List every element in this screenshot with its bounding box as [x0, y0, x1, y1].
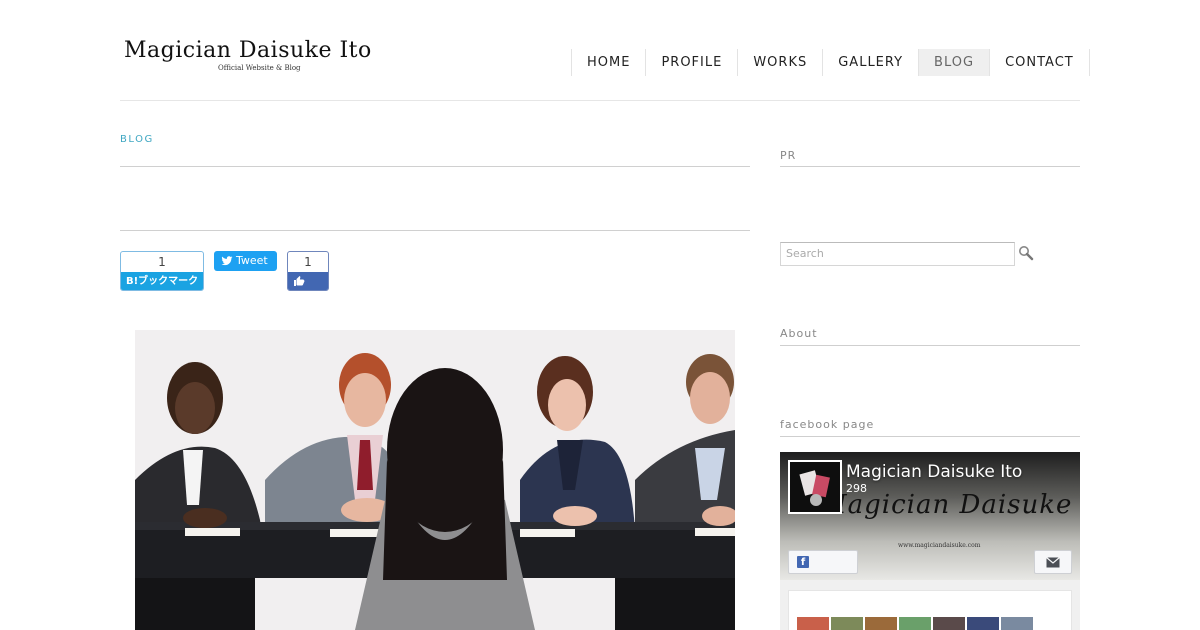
- logo-subtitle: Official Website & Blog: [218, 64, 301, 72]
- nav-home[interactable]: HOME: [572, 49, 647, 76]
- avatar-image: [790, 462, 840, 512]
- title-divider-top: [120, 166, 750, 167]
- facebook-page-widget[interactable]: Magician Daisuke Ito www.magiciandaisuke…: [780, 452, 1080, 630]
- thumbs-up-icon: [294, 276, 305, 286]
- friend-avatar[interactable]: [865, 617, 897, 630]
- tweet-label: Tweet: [236, 254, 268, 267]
- nav-profile[interactable]: PROFILE: [646, 49, 739, 76]
- search-input[interactable]: Search: [780, 242, 1015, 266]
- interview-panel-illustration: [135, 330, 735, 630]
- facebook-page-like-button[interactable]: f: [788, 550, 858, 574]
- hatena-bookmark-button[interactable]: 1 B!ブックマーク: [120, 251, 204, 291]
- facebook-like-count: 298: [846, 482, 867, 495]
- header-divider: [120, 100, 1080, 101]
- facebook-message-button[interactable]: [1034, 550, 1072, 574]
- like-label: [288, 272, 328, 290]
- nav-contact[interactable]: CONTACT: [990, 49, 1090, 76]
- envelope-icon: [1046, 557, 1060, 568]
- about-divider: [780, 345, 1080, 346]
- friend-avatar[interactable]: [899, 617, 931, 630]
- like-count: 1: [304, 255, 312, 269]
- facebook-heading: facebook page: [780, 418, 875, 431]
- article-photo: [135, 330, 735, 630]
- facebook-like-button[interactable]: 1: [287, 251, 329, 291]
- nav-works[interactable]: WORKS: [738, 49, 824, 76]
- tweet-button[interactable]: Tweet: [214, 251, 277, 271]
- twitter-bird-icon: [221, 256, 233, 266]
- hatena-count: 1: [158, 255, 166, 269]
- main-nav: HOME PROFILE WORKS GALLERY BLOG CONTACT: [571, 49, 1090, 76]
- pr-divider: [780, 166, 1080, 167]
- nav-blog[interactable]: BLOG: [919, 49, 991, 76]
- facebook-f-icon: f: [797, 556, 809, 568]
- facebook-friends-panel: [788, 590, 1072, 630]
- friend-avatar[interactable]: [933, 617, 965, 630]
- cover-url: www.magiciandaisuke.com: [898, 542, 981, 549]
- hatena-label: B!ブックマーク: [121, 272, 203, 290]
- about-heading: About: [780, 327, 818, 340]
- logo-title: Magician Daisuke Ito: [124, 38, 372, 63]
- nav-gallery[interactable]: GALLERY: [823, 49, 920, 76]
- friend-avatar[interactable]: [797, 617, 829, 630]
- site-logo[interactable]: Magician Daisuke Ito Official Website & …: [120, 36, 405, 76]
- friend-avatar[interactable]: [967, 617, 999, 630]
- breadcrumb[interactable]: BLOG: [120, 134, 154, 145]
- facebook-divider: [780, 436, 1080, 437]
- friend-avatar[interactable]: [831, 617, 863, 630]
- search-icon[interactable]: [1018, 245, 1034, 261]
- facebook-page-name[interactable]: Magician Daisuke Ito: [846, 462, 1022, 482]
- friend-avatar[interactable]: [1001, 617, 1033, 630]
- pr-heading: PR: [780, 149, 797, 162]
- facebook-avatar[interactable]: [788, 460, 842, 514]
- title-divider-bottom: [120, 230, 750, 231]
